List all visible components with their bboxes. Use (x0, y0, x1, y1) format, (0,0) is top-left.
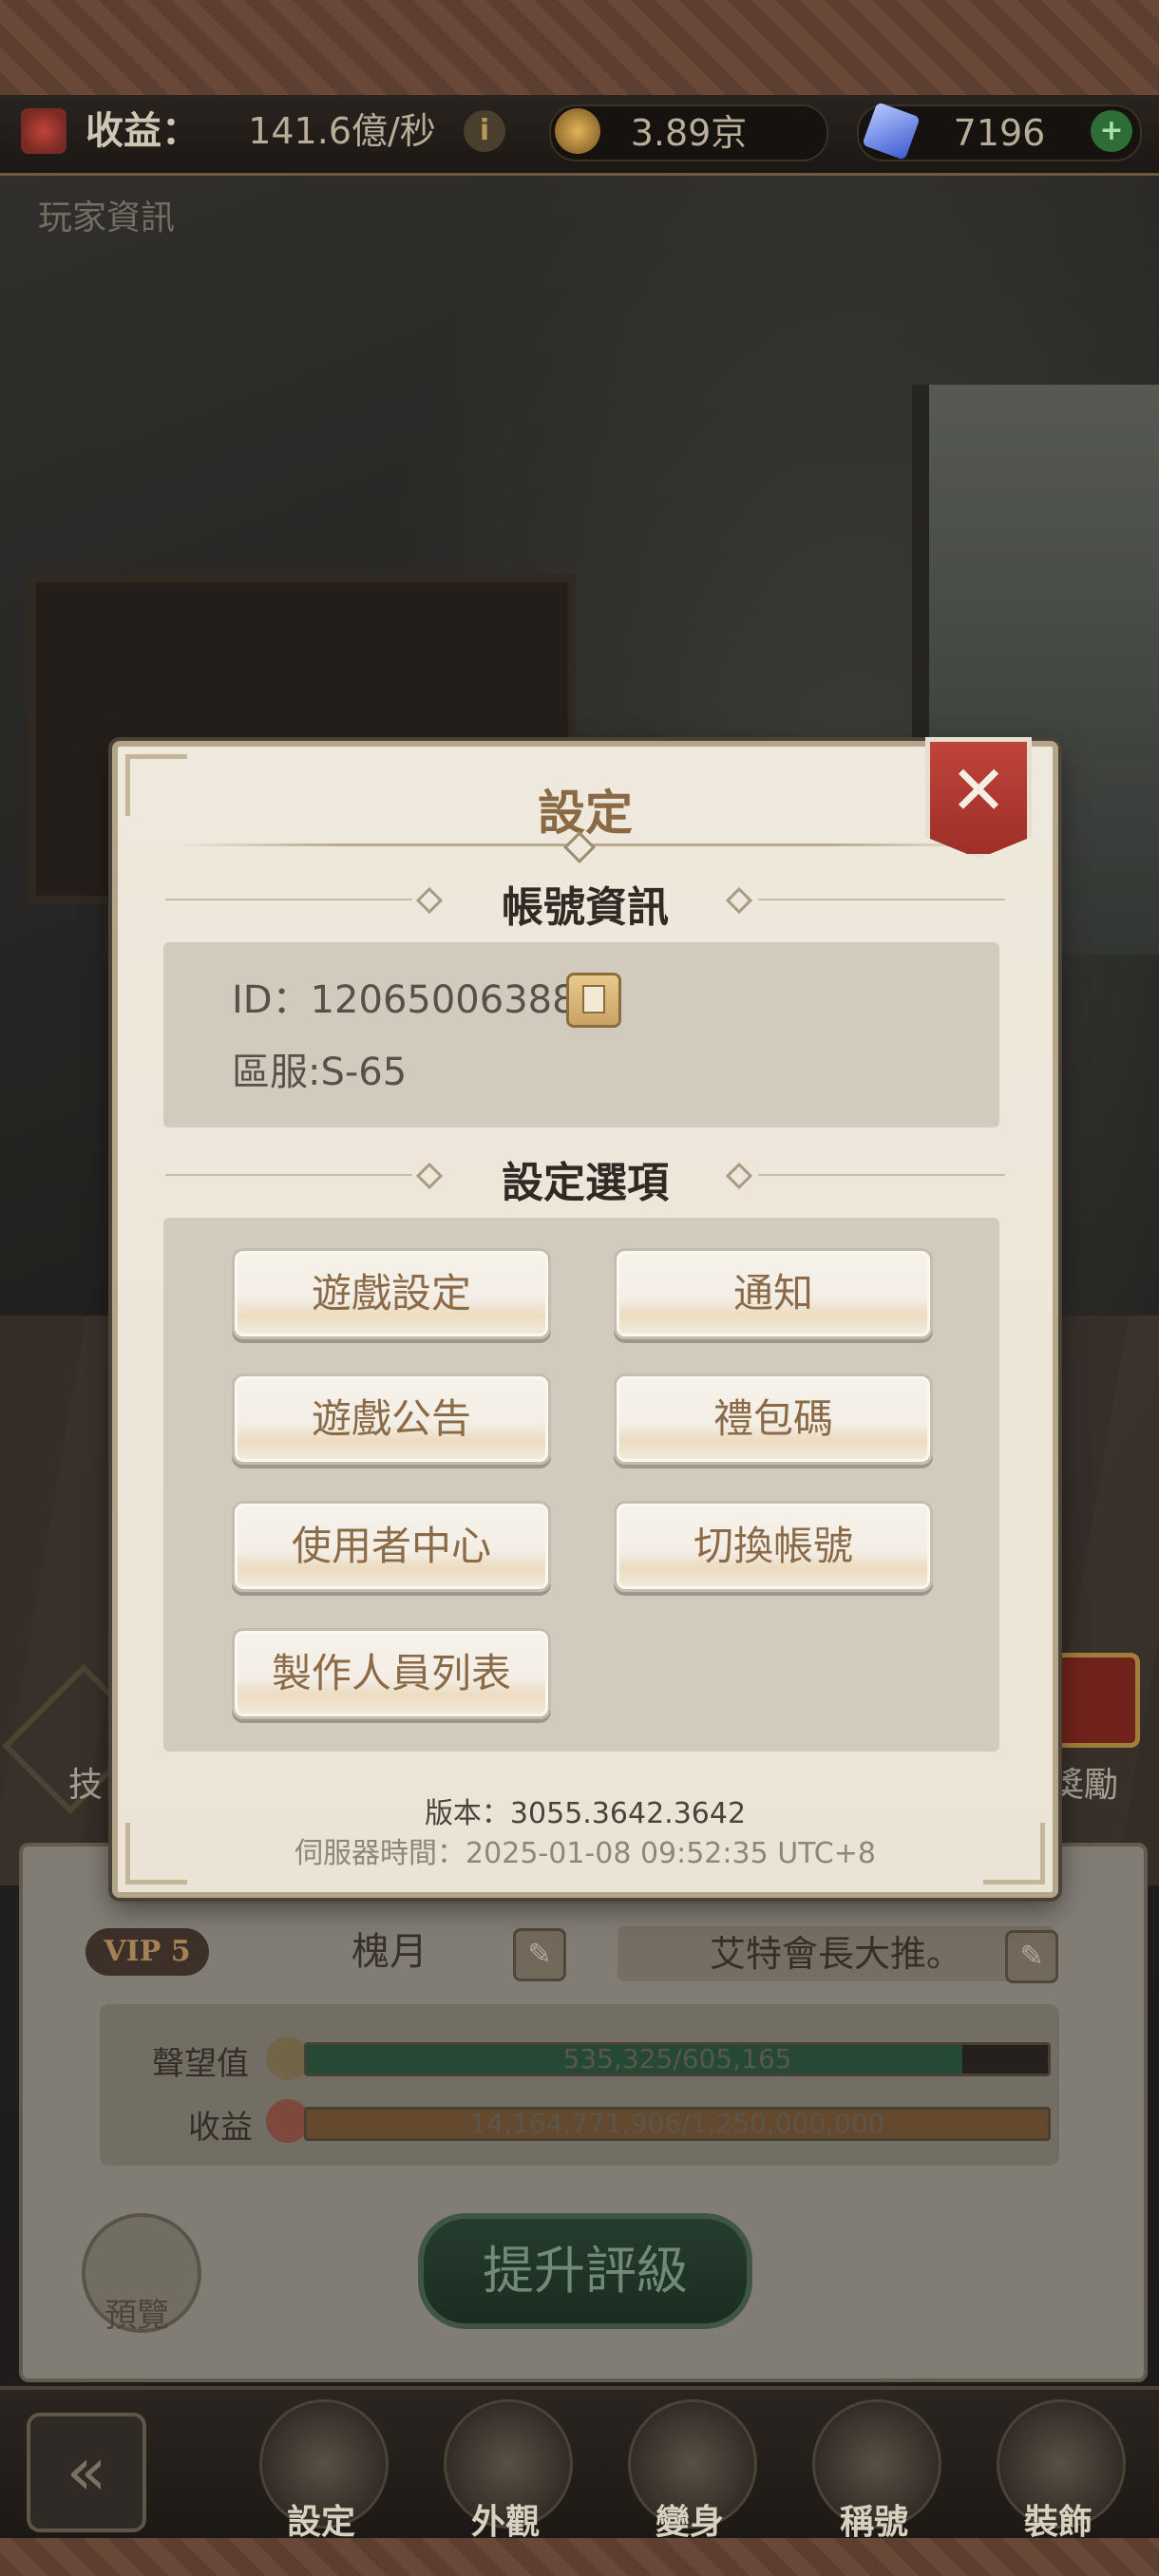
add-gem-button[interactable]: + (1091, 110, 1132, 152)
nav-item-appearance[interactable]: 外觀 (439, 2399, 573, 2542)
announcements-button[interactable]: 遊戲公告 (232, 1373, 551, 1465)
nav-label: 稱號 (839, 2503, 908, 2542)
notifications-button[interactable]: 通知 (614, 1248, 933, 1339)
account-id: ID：12065006388 (232, 978, 577, 1022)
income-label: 收益： (86, 109, 200, 153)
top-decor-band (0, 0, 1159, 95)
options-box: 遊戲設定 通知 遊戲公告 禮包碼 使用者中心 切換帳號 製作人員列表 (163, 1218, 999, 1752)
info-icon[interactable]: i (464, 110, 505, 152)
bottom-decor-band (0, 2538, 1159, 2576)
user-center-button[interactable]: 使用者中心 (232, 1501, 551, 1592)
coin-icon (555, 108, 600, 154)
nav-item-transform[interactable]: 變身 (623, 2399, 757, 2542)
nav-label: 外觀 (470, 2503, 540, 2542)
resource-bar: 收益： 141.6億/秒 i 3.89京 7196 + (0, 95, 1159, 176)
account-info-box: ID：12065006388 區服:S-65 (163, 942, 999, 1127)
account-section-header: 帳號資訊 (502, 883, 669, 932)
section-divider (758, 899, 1005, 900)
copy-id-icon[interactable] (566, 973, 621, 1028)
income-value: 141.6億/秒 (248, 110, 436, 152)
nav-item-decoration[interactable]: 裝飾 (992, 2399, 1126, 2542)
back-button[interactable]: « (27, 2413, 146, 2532)
options-section-header: 設定選項 (502, 1159, 669, 1207)
nav-label: 變身 (655, 2503, 724, 2542)
nav-item-settings[interactable]: 設定 (255, 2399, 389, 2542)
nav-label: 裝飾 (1023, 2503, 1092, 2542)
game-settings-button[interactable]: 遊戲設定 (232, 1248, 551, 1339)
section-divider (758, 1174, 1005, 1176)
server-time-text: 伺服器時間：2025-01-08 09:52:35 UTC+8 (294, 1837, 876, 1870)
bottom-nav: « 設定 外觀 變身 稱號 裝飾 (0, 2386, 1159, 2542)
settings-modal: 設定 ✕ 帳號資訊 ID：12065006388 區服:S-65 設定選項 遊戲… (112, 737, 1058, 1898)
server-region: 區服:S-65 (232, 1051, 408, 1094)
nav-label: 設定 (286, 2503, 355, 2542)
switch-account-button[interactable]: 切換帳號 (614, 1501, 933, 1592)
version-text: 版本：3055.3642.3642 (424, 1797, 747, 1830)
gift-code-button[interactable]: 禮包碼 (614, 1373, 933, 1465)
nav-item-title[interactable]: 稱號 (808, 2399, 941, 2542)
house-icon (21, 108, 66, 154)
credits-button[interactable]: 製作人員列表 (232, 1628, 551, 1719)
modal-title: 設定 (538, 786, 633, 841)
close-button[interactable]: ✕ (925, 737, 1032, 859)
